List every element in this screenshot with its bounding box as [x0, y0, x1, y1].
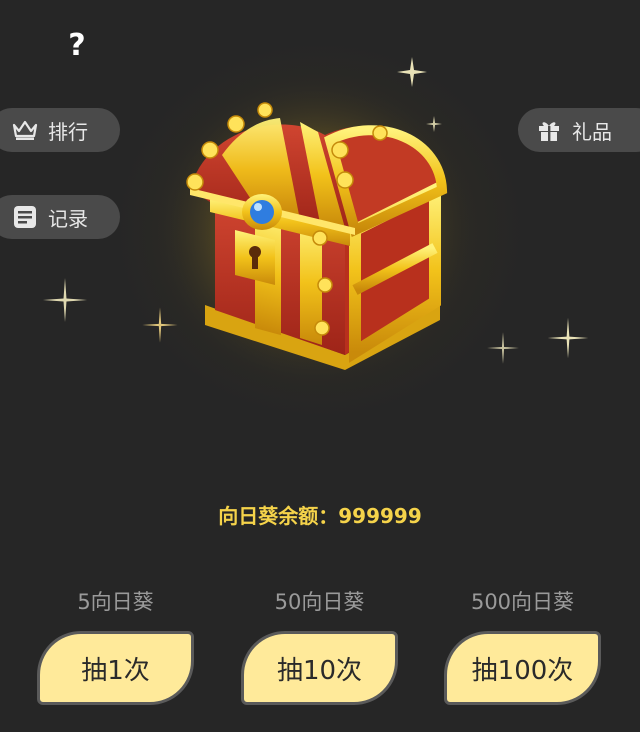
record-button[interactable]: 记录 — [0, 195, 120, 239]
draw-100-button[interactable]: 抽100次 — [444, 631, 601, 705]
draw-cost: 50向日葵 — [274, 590, 365, 614]
sparkle-icon — [487, 332, 519, 364]
gift-button[interactable]: 礼品 — [518, 108, 640, 152]
rank-label: 排行 — [48, 119, 88, 144]
draw-10-button[interactable]: 抽10次 — [241, 631, 398, 705]
help-button[interactable]: ? — [62, 28, 92, 64]
draw-1-button[interactable]: 抽1次 — [37, 631, 194, 705]
list-icon — [12, 204, 38, 230]
draw-option-1: 5向日葵 抽1次 — [33, 585, 198, 705]
record-label: 记录 — [48, 206, 88, 231]
gift-icon — [536, 117, 562, 143]
lottery-screen: ? 排行 记录 礼品 向日葵余额：999999 5向日葵 抽1次 50向日葵 抽… — [0, 0, 640, 732]
draw-option-100: 500向日葵 抽100次 — [440, 585, 605, 705]
gift-label: 礼品 — [572, 119, 612, 144]
draw-option-10: 50向日葵 抽10次 — [237, 585, 402, 705]
sunflower-balance: 向日葵余额：999999 — [218, 504, 422, 528]
crown-icon — [12, 117, 38, 143]
sparkle-icon — [547, 317, 589, 359]
rank-button[interactable]: 排行 — [0, 108, 120, 152]
draw-cost: 5向日葵 — [77, 590, 154, 614]
sparkle-icon — [42, 277, 88, 323]
draw-cost: 500向日葵 — [470, 590, 575, 614]
treasure-chest — [150, 70, 480, 390]
